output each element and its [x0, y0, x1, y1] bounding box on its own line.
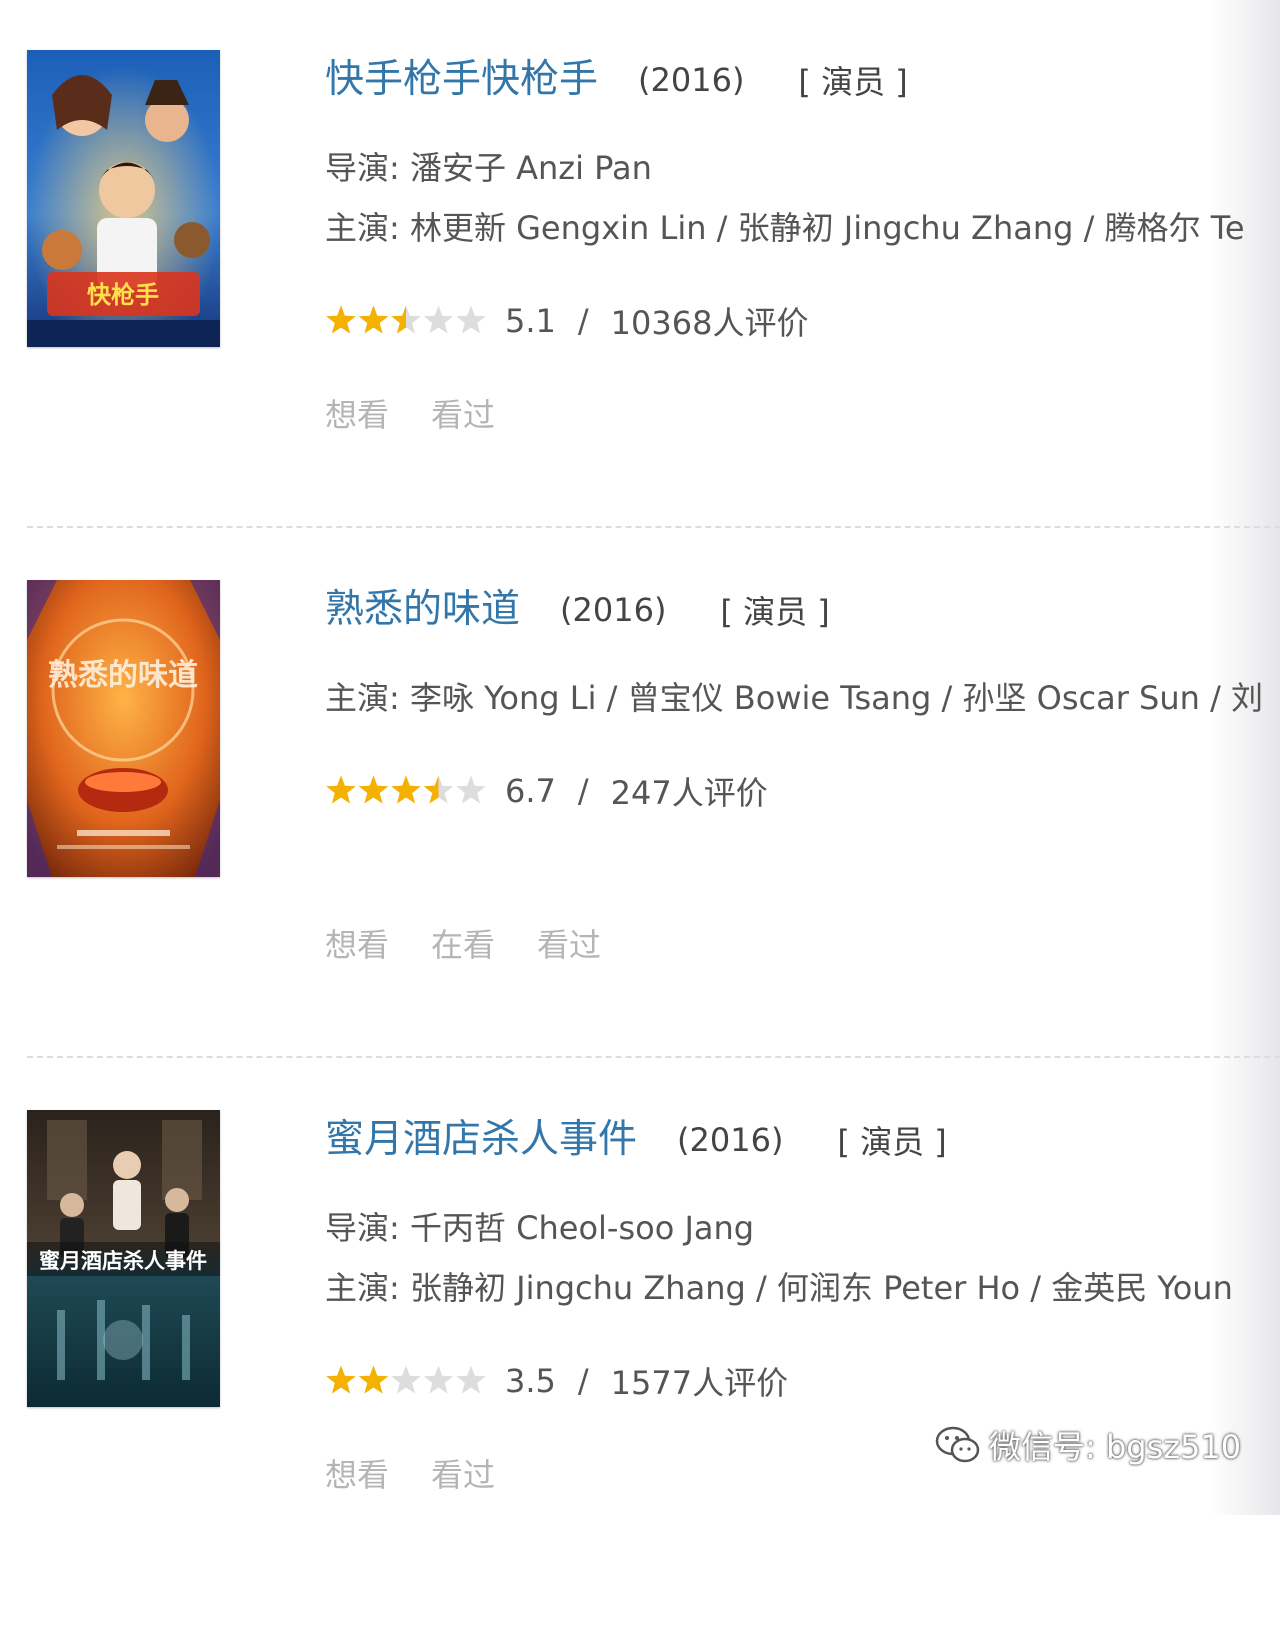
- poster-art: 蜜月酒店杀人事件: [27, 1110, 220, 1407]
- star-filled-icon: [326, 1365, 356, 1394]
- movie-item: 熟悉的味道 熟悉的味道 (2016) [ 演员 ] 主演: 李咏 Yong Li…: [0, 580, 1280, 1110]
- watching-button[interactable]: 在看: [431, 920, 495, 966]
- rating-stars: [326, 1365, 486, 1394]
- poster-caption: 熟悉的味道: [48, 658, 198, 693]
- star-filled-icon: [358, 1365, 389, 1394]
- movie-poster[interactable]: 熟悉的味道: [27, 580, 220, 877]
- action-bar: 想看 看过: [325, 1450, 537, 1496]
- rating-stars: [326, 775, 486, 804]
- star-filled-icon: [326, 305, 356, 334]
- rating-row: 5.1 / 10368人评价: [325, 298, 808, 344]
- poster-caption: 快枪手: [87, 281, 159, 309]
- star-filled-icon: [391, 775, 421, 804]
- star-empty-icon: [423, 1365, 454, 1394]
- rating-separator: /: [577, 1362, 589, 1400]
- star-filled-icon: [358, 775, 389, 804]
- divider: [27, 526, 1280, 528]
- cast-line: 主演: 林更新 Gengxin Lin / 张静初 Jingchu Zhang …: [325, 209, 1245, 247]
- star-empty-icon: [456, 775, 486, 804]
- movie-title-link[interactable]: 蜜月酒店杀人事件: [325, 1116, 637, 1164]
- director-line: 导演: 潘安子 Anzi Pan: [325, 149, 652, 187]
- rating-separator: /: [577, 772, 589, 810]
- movie-title-link[interactable]: 熟悉的味道: [325, 586, 520, 634]
- movie-item: 蜜月酒店杀人事件 蜜月酒店杀人事件 (2016) [ 演员 ] 导演: 千丙哲 …: [0, 1110, 1280, 1640]
- rating-votes: 10368人评价: [610, 304, 809, 342]
- title-row: 熟悉的味道 (2016) [ 演员 ]: [325, 580, 830, 640]
- movie-poster[interactable]: 快枪手: [27, 50, 220, 347]
- cast-line: 主演: 李咏 Yong Li / 曾宝仪 Bowie Tsang / 孙坚 Os…: [325, 679, 1264, 717]
- rating-separator: /: [577, 302, 589, 340]
- rating-votes: 247人评价: [610, 774, 768, 812]
- cast-line: 主演: 张静初 Jingchu Zhang / 何润东 Peter Ho / 金…: [325, 1269, 1233, 1307]
- rating-stars: [326, 305, 486, 334]
- want-to-watch-button[interactable]: 想看: [325, 1450, 389, 1496]
- movie-role: [ 演员 ]: [798, 63, 908, 101]
- watched-button[interactable]: 看过: [431, 1450, 495, 1496]
- movie-year: (2016): [560, 591, 667, 629]
- divider: [27, 1056, 1280, 1058]
- rating-score: 6.7: [505, 772, 556, 810]
- title-row: 蜜月酒店杀人事件 (2016) [ 演员 ]: [325, 1110, 947, 1170]
- action-bar: 想看 看过: [325, 390, 537, 436]
- star-empty-icon: [391, 1365, 421, 1394]
- star-filled-icon: [358, 305, 389, 334]
- want-to-watch-button[interactable]: 想看: [325, 920, 389, 966]
- movie-title-link[interactable]: 快手枪手快枪手: [325, 56, 598, 104]
- rating-votes: 1577人评价: [610, 1364, 789, 1402]
- star-empty-icon: [456, 1365, 486, 1394]
- rating-score: 5.1: [505, 302, 556, 340]
- wechat-icon: [935, 1426, 980, 1463]
- star-filled-icon: [326, 775, 356, 804]
- rating-score: 3.5: [505, 1362, 556, 1400]
- star-empty-icon: [456, 305, 486, 334]
- poster-caption: 蜜月酒店杀人事件: [39, 1249, 207, 1273]
- watched-button[interactable]: 看过: [537, 920, 601, 966]
- watermark-text: 微信号: bgsz510: [989, 1428, 1242, 1466]
- wechat-watermark: 微信号: bgsz510: [935, 1422, 1241, 1468]
- movie-year: (2016): [638, 61, 745, 99]
- movie-role: [ 演员 ]: [720, 593, 830, 631]
- star-empty-icon: [423, 305, 454, 334]
- movie-poster[interactable]: 蜜月酒店杀人事件: [27, 1110, 220, 1407]
- movie-info: 蜜月酒店杀人事件 (2016) [ 演员 ] 导演: 千丙哲 Cheol-soo…: [325, 1110, 1280, 1590]
- director-line: 导演: 千丙哲 Cheol-soo Jang: [325, 1209, 755, 1247]
- title-row: 快手枪手快枪手 (2016) [ 演员 ]: [325, 50, 908, 110]
- movie-info: 熟悉的味道 (2016) [ 演员 ] 主演: 李咏 Yong Li / 曾宝仪…: [325, 580, 1280, 1060]
- poster-art: 快枪手: [27, 50, 220, 347]
- action-bar: 想看 在看 看过: [325, 920, 643, 966]
- rating-row: 3.5 / 1577人评价: [325, 1358, 788, 1404]
- rating-row: 6.7 / 247人评价: [325, 768, 768, 814]
- poster-art: 熟悉的味道: [27, 580, 220, 877]
- movie-role: [ 演员 ]: [837, 1123, 947, 1161]
- movie-year: (2016): [677, 1121, 784, 1159]
- movie-info: 快手枪手快枪手 (2016) [ 演员 ] 导演: 潘安子 Anzi Pan 主…: [325, 50, 1280, 530]
- watched-button[interactable]: 看过: [431, 390, 495, 436]
- movie-item: 快枪手 快手枪手快枪手 (2016) [ 演员 ] 导演: 潘安子 Anzi P…: [0, 50, 1280, 580]
- want-to-watch-button[interactable]: 想看: [325, 390, 389, 436]
